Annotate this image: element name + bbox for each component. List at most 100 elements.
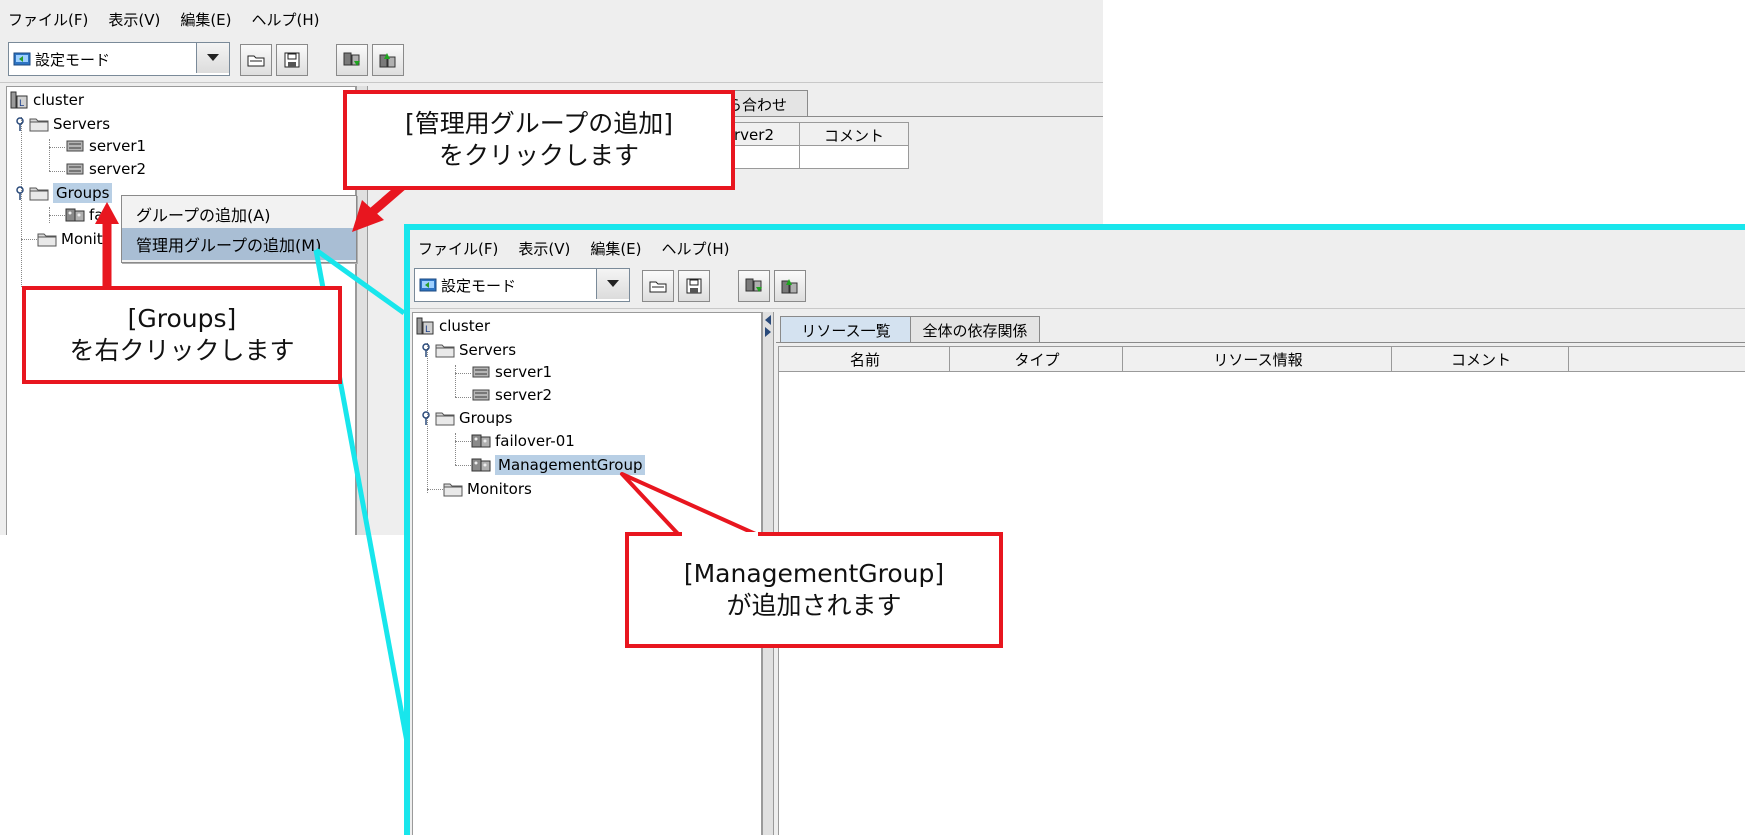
- server-icon: [65, 161, 85, 177]
- folder-icon: [29, 185, 49, 201]
- back-toolbar: 設定モード: [0, 40, 1103, 83]
- mode-combo-value: 設定モード: [441, 276, 517, 295]
- menu-add-group[interactable]: グループの追加(A): [122, 198, 356, 230]
- front-tree-management-group[interactable]: ManagementGroup: [471, 455, 646, 475]
- front-toolbar: 設定モード: [410, 266, 1745, 309]
- front-tree-failover[interactable]: failover-01: [471, 432, 575, 450]
- group-icon: [471, 433, 491, 449]
- open-icon: [649, 281, 667, 293]
- callout-add-management-group: [管理用グループの追加] をクリックします: [343, 90, 735, 190]
- mode-combo[interactable]: 設定モード: [8, 42, 230, 76]
- back-tree-failover-label: fai: [89, 206, 108, 224]
- server-icon: [471, 364, 491, 380]
- callout-right-click-groups: [Groups] を右クリックします: [22, 286, 342, 384]
- menu-file[interactable]: ファイル(F): [418, 238, 498, 259]
- mode-icon: [419, 277, 437, 293]
- front-tree-server1-label: server1: [495, 363, 553, 381]
- collapse-arrows-icon[interactable]: [764, 314, 772, 338]
- col-filler: [1568, 346, 1745, 372]
- group-icon: [471, 457, 491, 473]
- chevron-down-icon[interactable]: [596, 269, 629, 299]
- download-button[interactable]: [336, 44, 368, 76]
- col-name-label: 名前: [849, 350, 880, 369]
- back-tree-server1[interactable]: server1: [65, 137, 146, 155]
- back-menubar: ファイル(F) 表示(V) 編集(E) ヘルプ(H): [0, 0, 1103, 38]
- menu-help[interactable]: ヘルプ(H): [662, 238, 730, 259]
- callout-management-group-added: [ManagementGroup] が追加されます: [625, 532, 1003, 648]
- front-tree-servers[interactable]: Servers: [421, 341, 516, 359]
- save-button[interactable]: [276, 44, 308, 76]
- back-tree-failover[interactable]: fai: [65, 206, 108, 224]
- open-button[interactable]: [642, 270, 674, 302]
- back-tree-servers[interactable]: Servers: [15, 115, 110, 133]
- back-tree-monitors-label: Monit: [61, 230, 103, 248]
- menu-file[interactable]: ファイル(F): [8, 9, 88, 30]
- tab-resource-list-label: リソース一覧: [801, 321, 891, 340]
- upload-button[interactable]: [774, 270, 806, 302]
- col-resource-info[interactable]: リソース情報: [1122, 346, 1394, 372]
- front-tree-groups-label: Groups: [459, 409, 513, 427]
- cluster-icon: [415, 317, 435, 335]
- front-tab-underline: [776, 342, 1745, 343]
- expander-icon[interactable]: [15, 186, 25, 200]
- back-tree-root-label: cluster: [33, 91, 85, 109]
- menu-view[interactable]: 表示(V): [518, 238, 570, 259]
- callout-right-click-line1: [Groups]: [127, 304, 237, 333]
- folder-icon: [37, 231, 57, 247]
- tab-dependency-label: 全体の依存関係: [922, 321, 1028, 340]
- back-cell: [799, 145, 909, 169]
- menu-add-management-group[interactable]: 管理用グループの追加(M): [122, 228, 356, 260]
- mode-icon: [13, 51, 31, 67]
- front-window: ファイル(F) 表示(V) 編集(E) ヘルプ(H) 設定モード cluster…: [404, 224, 1745, 835]
- back-tree-servers-label: Servers: [53, 115, 111, 133]
- download-button[interactable]: [738, 270, 770, 302]
- back-col-partial-label: rver2: [734, 126, 774, 144]
- upload-icon: [781, 279, 798, 294]
- front-tree-groups[interactable]: Groups: [421, 409, 512, 427]
- folder-icon: [435, 410, 455, 426]
- callout-added-line1: [ManagementGroup]: [683, 559, 945, 588]
- front-tree-root[interactable]: cluster: [415, 317, 490, 335]
- front-tree-management-label: ManagementGroup: [495, 455, 646, 475]
- mode-combo[interactable]: 設定モード: [414, 268, 630, 302]
- back-tree-server1-label: server1: [89, 137, 147, 155]
- front-tree-failover-label: failover-01: [495, 432, 575, 450]
- menu-view[interactable]: 表示(V): [108, 9, 160, 30]
- menu-edit[interactable]: 編集(E): [590, 238, 641, 259]
- front-tree-server2-label: server2: [495, 386, 553, 404]
- col-name[interactable]: 名前: [778, 346, 952, 372]
- callout-added-line2: が追加されます: [726, 591, 902, 620]
- back-col-comment-label: コメント: [823, 126, 884, 145]
- front-tree-monitors[interactable]: Monitors: [443, 480, 532, 498]
- expander-icon[interactable]: [15, 117, 25, 131]
- download-icon: [745, 278, 762, 292]
- open-icon: [247, 55, 265, 67]
- front-tree-server1[interactable]: server1: [471, 363, 552, 381]
- upload-button[interactable]: [372, 44, 404, 76]
- download-icon: [343, 52, 360, 66]
- callout-right-click-line2: を右クリックします: [69, 336, 295, 365]
- col-type-label: タイプ: [1014, 350, 1060, 369]
- save-icon: [284, 52, 300, 68]
- tab-resource-list[interactable]: リソース一覧: [780, 316, 912, 343]
- back-tree-groups[interactable]: Groups: [15, 183, 113, 203]
- menu-help[interactable]: ヘルプ(H): [252, 9, 320, 30]
- front-tree-server2[interactable]: server2: [471, 386, 552, 404]
- menu-edit[interactable]: 編集(E): [180, 9, 231, 30]
- chevron-down-icon[interactable]: [196, 43, 229, 73]
- front-tree-monitors-label: Monitors: [467, 480, 532, 498]
- cluster-icon: [9, 91, 29, 109]
- back-tree-server2[interactable]: server2: [65, 160, 146, 178]
- callout-add-management-line2: をクリックします: [438, 141, 639, 170]
- tab-dependency[interactable]: 全体の依存関係: [910, 316, 1040, 343]
- col-type[interactable]: タイプ: [949, 346, 1125, 372]
- col-comment[interactable]: コメント: [1391, 346, 1571, 372]
- open-button[interactable]: [240, 44, 272, 76]
- back-tree-root[interactable]: cluster: [9, 91, 84, 109]
- save-button[interactable]: [678, 270, 710, 302]
- expander-icon[interactable]: [421, 411, 431, 425]
- expander-icon[interactable]: [421, 343, 431, 357]
- folder-icon: [435, 342, 455, 358]
- back-tree-monitors[interactable]: Monit: [37, 230, 103, 248]
- server-icon: [471, 387, 491, 403]
